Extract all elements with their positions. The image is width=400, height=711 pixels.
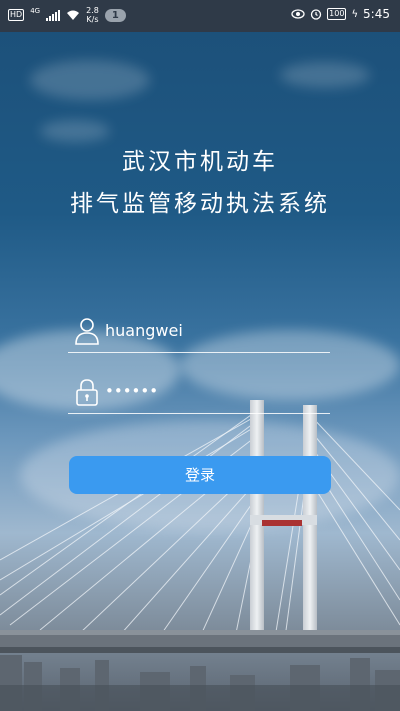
alarm-icon [311,9,322,20]
lock-icon [76,379,98,406]
user-icon [75,318,99,345]
clock-time: 5:45 [363,7,390,21]
app-title-line1: 武汉市机动车 [122,149,278,175]
login-screen: HD 4G 2.8 K/s 1 100 ϟ 5:45 武汉市机动车 排气监管移动… [0,0,400,711]
network-speed: 2.8 K/s [86,6,99,24]
login-button[interactable]: 登录 [69,456,331,494]
bridge-background-image [0,400,400,711]
cloud [30,60,150,100]
cloud [40,120,110,142]
password-value[interactable]: •••••• [105,382,158,400]
hd-indicator: HD [8,9,25,21]
signal-icon [46,9,61,21]
notification-count-badge: 1 [104,8,126,22]
cloud [280,62,370,88]
status-bar: HD 4G 2.8 K/s 1 100 ϟ 5:45 [0,0,400,32]
wifi-icon [67,10,80,20]
username-field[interactable]: huangwei [68,312,330,353]
eye-icon [291,9,305,19]
charging-icon: ϟ [351,8,359,20]
battery-icon: 100 [327,8,347,20]
app-title-line2: 排气监管移动执法系统 [70,191,330,217]
network-type: 4G [30,7,41,15]
username-value[interactable]: huangwei [105,321,183,340]
password-field[interactable]: •••••• [68,373,330,414]
